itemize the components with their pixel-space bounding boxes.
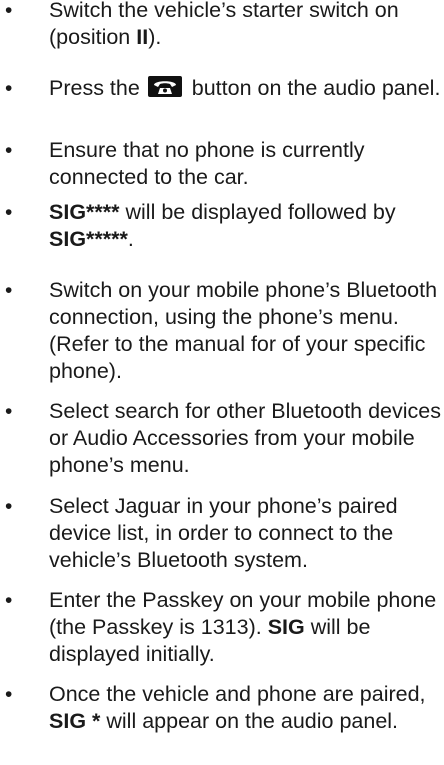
instruction-page: • Switch the vehicle’s starter switch on … <box>0 0 444 765</box>
bullet-icon: • <box>5 279 13 302</box>
bullet-icon: • <box>5 683 13 706</box>
phone-handset-icon <box>147 76 182 97</box>
bold-display-code: II <box>136 25 149 49</box>
list-item: • Select Jaguar in your phone’s paired de… <box>0 493 444 574</box>
step-text-segment: Ensure that no phone is currently connec… <box>49 138 365 189</box>
step-text-segment: . <box>127 227 134 251</box>
step-text-segment: will be displayed followed by <box>119 200 396 224</box>
list-item: • Ensure that no phone is currently conne… <box>0 137 444 191</box>
step-text-segment: Switch the vehicle’s starter switch on (… <box>49 0 399 49</box>
step-text-segment: Select Jaguar in your phone’s paired dev… <box>49 494 398 572</box>
bold-display-code: SIG***** <box>49 227 128 251</box>
bullet-icon: • <box>5 495 13 518</box>
step-text-segment: Switch on your mobile phone’s Bluetooth … <box>49 278 438 383</box>
step-text: Switch on your mobile phone’s Bluetooth … <box>49 278 437 383</box>
step-text-segment: ). <box>148 25 162 49</box>
bullet-icon: • <box>5 400 13 423</box>
bold-display-code: SIG**** <box>49 200 120 224</box>
bullet-icon: • <box>5 139 13 162</box>
list-item: • Once the vehicle and phone are paired, … <box>0 681 444 735</box>
bullet-icon: • <box>5 201 13 224</box>
list-item: • Switch on your mobile phone’s Bluetooth… <box>0 277 444 385</box>
step-text: Select search for other Bluetooth device… <box>49 399 441 477</box>
list-item: • Select search for other Bluetooth devic… <box>0 398 444 479</box>
step-text: Switch the vehicle’s starter switch on (… <box>49 0 399 49</box>
step-text: Enter the Passkey on your mobile phone (… <box>49 588 436 666</box>
bullet-icon: • <box>5 589 13 612</box>
bullet-icon: • <box>5 0 13 22</box>
step-text: Press the button on the audio panel. <box>49 76 440 100</box>
list-item: • Switch the vehicle’s starter switch on … <box>0 0 444 51</box>
step-text-segment: will appear on the audio panel. <box>100 709 399 733</box>
step-text-segment: Enter the Passkey on your mobile phone (… <box>49 588 437 639</box>
list-item: • SIG**** will be displayed followed by S… <box>0 199 444 253</box>
step-text-segment: Select search for other Bluetooth device… <box>49 399 441 477</box>
step-text: Ensure that no phone is currently connec… <box>49 138 365 189</box>
step-text: Once the vehicle and phone are paired, S… <box>49 682 426 733</box>
step-text-segment: Once the vehicle and phone are paired, <box>49 682 426 706</box>
list-item: • Enter the Passkey on your mobile phone … <box>0 587 444 668</box>
step-text-segment: button on the audio panel. <box>185 76 441 100</box>
list-item: • Press the button on the audio panel. <box>0 75 444 102</box>
step-text: SIG**** will be displayed followed by SI… <box>49 200 396 251</box>
step-text-segment: Press the <box>49 76 146 100</box>
bold-display-code: SIG <box>267 615 305 639</box>
bullet-icon: • <box>5 77 13 100</box>
step-text: Select Jaguar in your phone’s paired dev… <box>49 494 398 572</box>
bold-display-code: SIG * <box>49 709 101 733</box>
